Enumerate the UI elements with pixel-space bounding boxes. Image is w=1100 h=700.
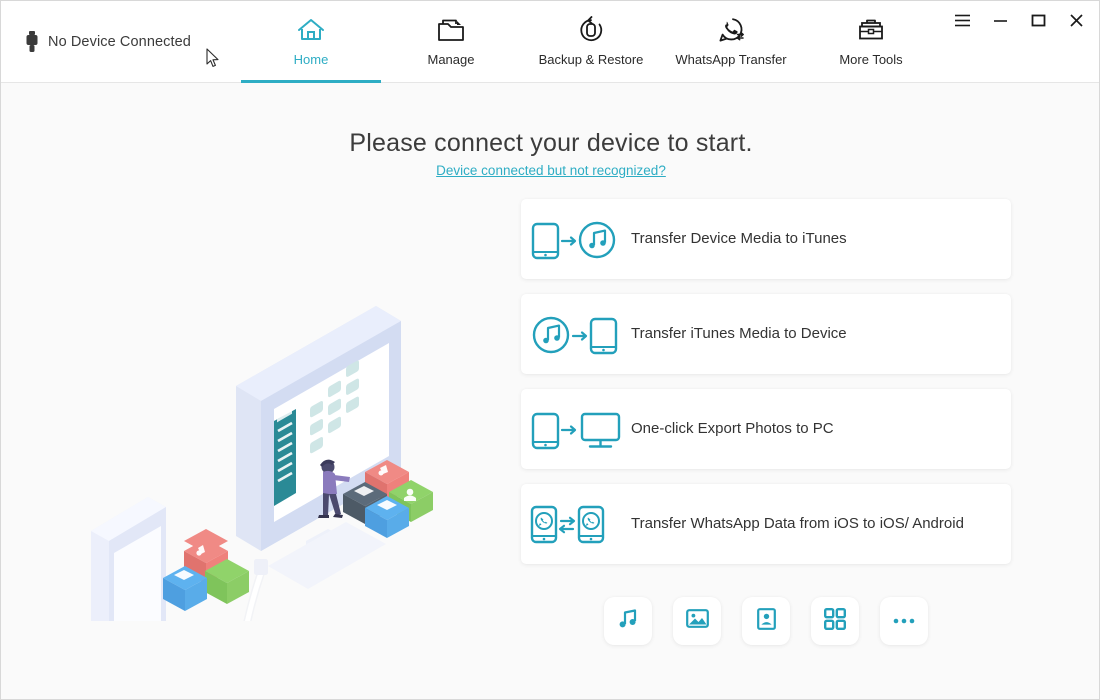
main-nav-tabs: Home Manage: [241, 1, 941, 83]
card-one-click-export-photos-to-pc[interactable]: One-click Export Photos to PC: [521, 389, 1011, 469]
tab-more-tools[interactable]: More Tools: [801, 1, 941, 83]
backup-restore-icon: [575, 13, 607, 47]
more-dots-icon: [892, 612, 916, 630]
tab-backup-restore-label: Backup & Restore: [539, 52, 644, 67]
card-label: Transfer iTunes Media to Device: [631, 324, 861, 344]
tab-more-tools-label: More Tools: [839, 52, 902, 67]
quick-action-photos[interactable]: [673, 597, 721, 645]
tab-manage[interactable]: Manage: [381, 1, 521, 83]
card-transfer-device-media-to-itunes[interactable]: Transfer Device Media to iTunes: [521, 199, 1011, 279]
grid-apps-icon: [824, 608, 846, 635]
tab-home-label: Home: [294, 52, 329, 67]
close-button[interactable]: [1061, 7, 1091, 33]
tab-whatsapp-transfer-label: WhatsApp Transfer: [675, 52, 786, 67]
music-note-icon: [617, 608, 639, 635]
help-link-wrap: Device connected but not recognized?: [1, 162, 1100, 180]
action-card-list: Transfer Device Media to iTunes Transfer…: [521, 199, 1011, 579]
quick-action-contacts[interactable]: [742, 597, 790, 645]
maximize-button[interactable]: [1023, 7, 1053, 33]
phone-to-music-icon: [521, 218, 631, 260]
photo-icon: [686, 608, 709, 634]
quick-action-more[interactable]: [880, 597, 928, 645]
home-icon: [296, 13, 326, 47]
tab-whatsapp-transfer[interactable]: WhatsApp Transfer: [661, 1, 801, 83]
connect-device-illustration: [56, 241, 456, 621]
card-transfer-whatsapp-data[interactable]: Transfer WhatsApp Data from iOS to iOS/ …: [521, 484, 1011, 564]
quick-action-row: [521, 597, 1011, 645]
device-status: No Device Connected: [25, 31, 191, 53]
title-bar: No Device Connected Home: [1, 1, 1100, 83]
page-title: Please connect your device to start.: [1, 129, 1100, 158]
whatsapp-icon: [715, 13, 747, 47]
app-window: No Device Connected Home: [0, 0, 1100, 700]
quick-action-music[interactable]: [604, 597, 652, 645]
tab-backup-restore[interactable]: Backup & Restore: [521, 1, 661, 83]
menu-button[interactable]: [947, 7, 977, 33]
quick-action-apps[interactable]: [811, 597, 859, 645]
card-label: Transfer WhatsApp Data from iOS to iOS/ …: [631, 514, 978, 534]
card-transfer-itunes-media-to-device[interactable]: Transfer iTunes Media to Device: [521, 294, 1011, 374]
card-label: One-click Export Photos to PC: [631, 419, 848, 439]
card-label: Transfer Device Media to iTunes: [631, 229, 861, 249]
folder-icon: [435, 13, 467, 47]
contact-card-icon: [757, 608, 776, 635]
toolbox-icon: [855, 13, 887, 47]
music-to-phone-icon: [521, 313, 631, 355]
minimize-button[interactable]: [985, 7, 1015, 33]
tab-home[interactable]: Home: [241, 1, 381, 83]
usb-plug-icon: [25, 31, 39, 53]
device-not-recognized-link[interactable]: Device connected but not recognized?: [436, 163, 666, 178]
phone-to-monitor-icon: [521, 408, 631, 450]
tab-manage-label: Manage: [428, 52, 475, 67]
window-controls: [947, 7, 1091, 33]
device-status-label: No Device Connected: [48, 34, 191, 50]
phone-whatsapp-phone-icon: [521, 503, 631, 545]
